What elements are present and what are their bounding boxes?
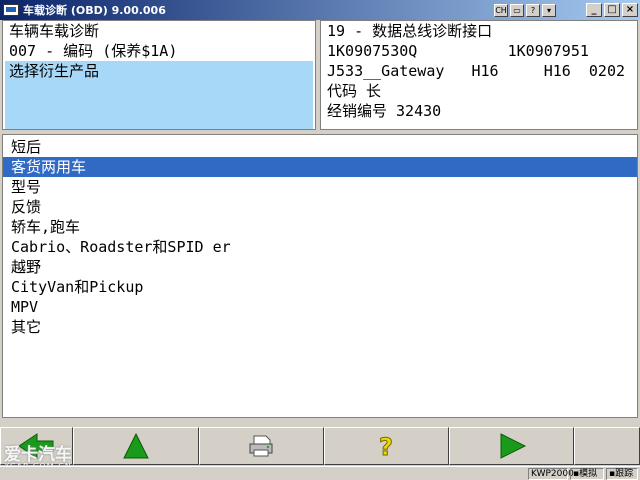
function-panel: 车辆车载诊断 007 - 编码 (保养$1A) 选择衍生产品 <box>2 20 316 130</box>
selection-prompt: 选择衍生产品 <box>9 62 100 80</box>
options-icon[interactable]: ▾ <box>542 3 556 17</box>
keyboard-icon[interactable]: ▭ <box>510 3 524 17</box>
window-title: 车载诊断 (OBD) 9.00.006 <box>23 4 166 17</box>
list-item[interactable]: MPV <box>3 297 637 317</box>
variant-list[interactable]: 短后 客货两用车 型号 反馈 轿车,跑车 Cabrio、Roadster和SPI… <box>2 134 638 418</box>
list-item[interactable]: 反馈 <box>3 197 637 217</box>
forward-arrow-icon <box>500 433 526 459</box>
up-arrow-icon <box>123 432 149 459</box>
function-title: 车辆车载诊断 <box>9 22 100 40</box>
list-item[interactable]: 轿车,跑车 <box>3 217 637 237</box>
app-icon <box>3 4 19 16</box>
part-numbers: 1K0907530Q 1K0907951 <box>327 42 589 60</box>
list-item[interactable]: 其它 <box>3 317 637 337</box>
list-item[interactable]: 短后 <box>3 137 637 157</box>
component-id: J533__Gateway H16 H16 0202 <box>327 62 626 80</box>
status-bar: KWP2000 ▪模拟 ▪跟踪 <box>0 466 640 480</box>
up-button[interactable] <box>73 427 199 465</box>
help-tray-icon[interactable]: ? <box>526 3 540 17</box>
list-item[interactable]: CityVan和Pickup <box>3 277 637 297</box>
toolbar: ? <box>0 426 640 466</box>
trace-label: 跟踪 <box>615 469 634 479</box>
minimize-button[interactable]: _ <box>586 3 602 17</box>
module-info-panel: 19 - 数据总线诊断接口 1K0907530Q 1K0907951 J533_… <box>320 20 638 130</box>
toolbar-spacer <box>574 427 640 465</box>
title-bar: 车载诊断 (OBD) 9.00.006 CH ▭ ? ▾ _ □ × <box>0 0 640 20</box>
protocol-status: KWP2000 <box>528 468 574 480</box>
language-bar: CH ▭ ? ▾ <box>492 3 556 17</box>
forward-button[interactable] <box>449 427 575 465</box>
list-item[interactable]: 型号 <box>3 177 637 197</box>
function-subtitle: 007 - 编码 (保养$1A) <box>9 42 178 60</box>
help-button[interactable]: ? <box>323 427 450 465</box>
language-indicator[interactable]: CH <box>494 3 508 17</box>
selection-prompt-box: 选择衍生产品 <box>5 61 313 129</box>
dealer-number: 经销编号 32430 <box>327 102 442 120</box>
maximize-button[interactable]: □ <box>604 3 620 17</box>
list-item[interactable]: 越野 <box>3 257 637 277</box>
close-button[interactable]: × <box>622 3 638 17</box>
coding-info: 代码 长 <box>327 82 382 100</box>
list-item[interactable]: Cabrio、Roadster和SPID er <box>3 237 637 257</box>
module-name: 19 - 数据总线诊断接口 <box>327 22 493 40</box>
svg-text:?: ? <box>380 433 394 461</box>
print-button[interactable] <box>198 427 324 465</box>
mode-status: ▪模拟 <box>570 468 604 480</box>
print-icon <box>249 435 273 457</box>
mode-label: 模拟 <box>579 469 598 479</box>
help-icon: ? <box>379 433 394 462</box>
trace-status: ▪跟踪 <box>606 468 638 480</box>
list-item-selected[interactable]: 客货两用车 <box>3 157 637 177</box>
